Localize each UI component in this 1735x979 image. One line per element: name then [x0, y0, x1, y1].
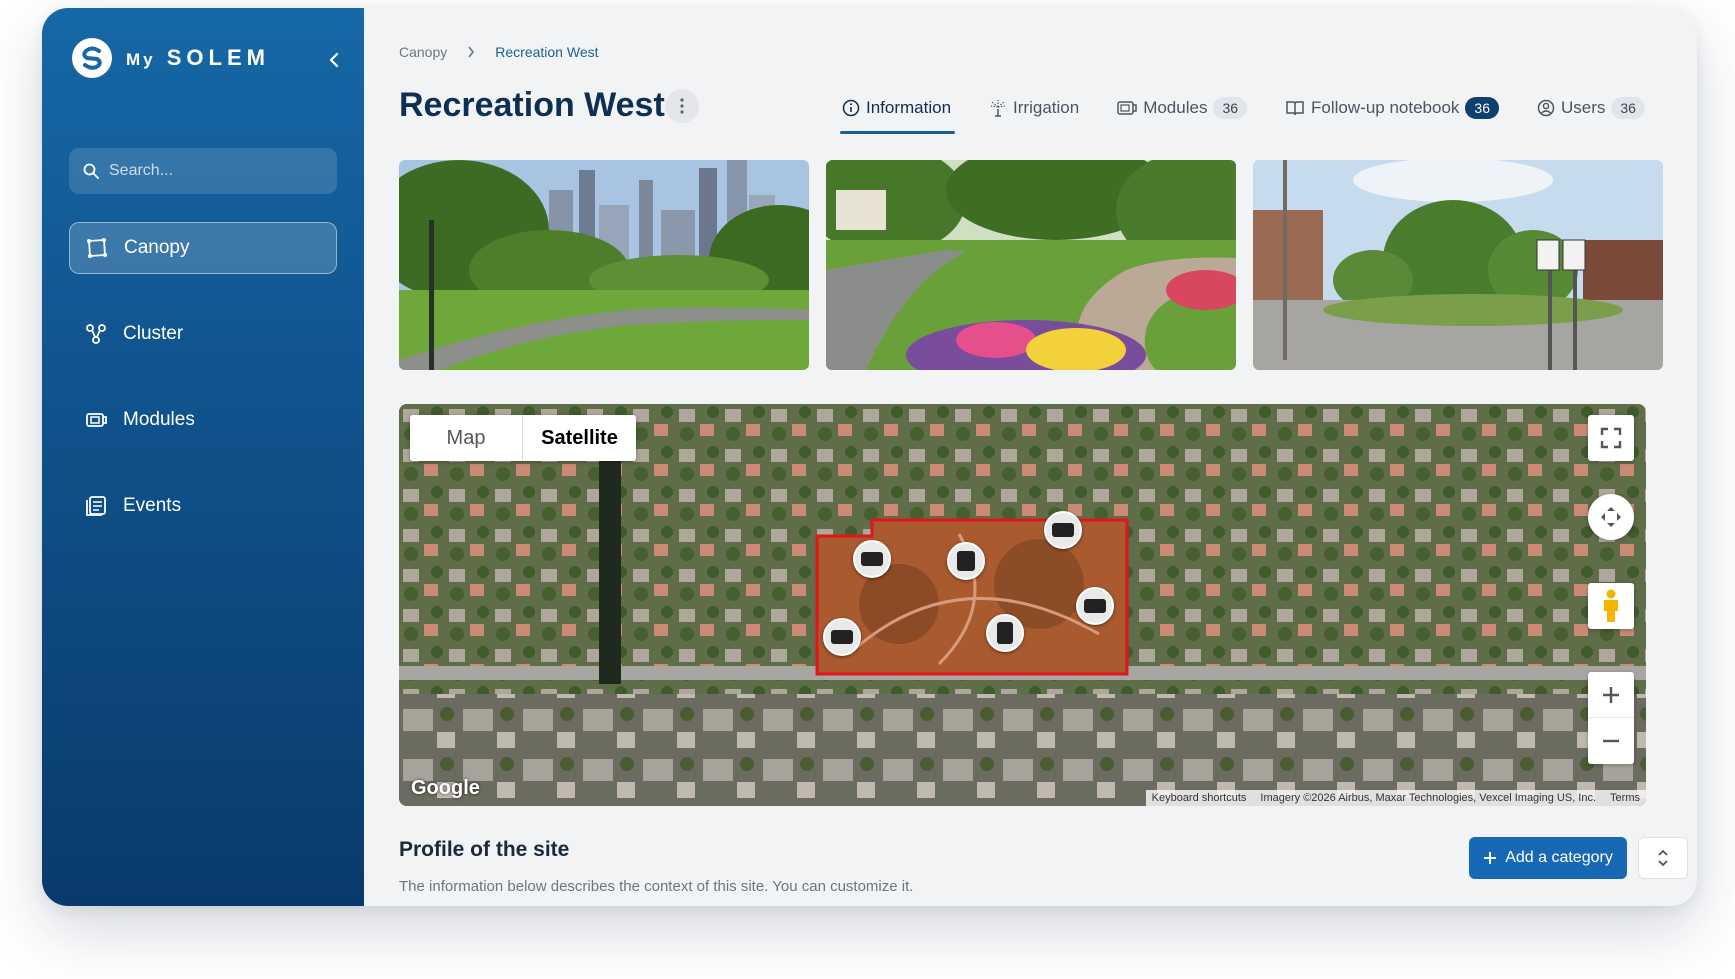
imagery-credit: Imagery ©2026 Airbus, Maxar Technologies…: [1260, 792, 1597, 804]
roundabout-street-photo[interactable]: [1253, 160, 1663, 370]
app-window: My SOLEM Canopy Cluster Modules: [42, 8, 1697, 906]
zoom-out-button[interactable]: [1588, 718, 1634, 764]
profile-section-title: Profile of the site: [399, 838, 570, 861]
sidebar-item-cluster[interactable]: Cluster: [69, 308, 337, 360]
module-marker[interactable]: [1044, 511, 1082, 549]
module-marker[interactable]: [823, 618, 861, 656]
breadcrumb: Canopy Recreation West: [399, 44, 599, 60]
more-options-button[interactable]: [665, 89, 699, 123]
tab-modules[interactable]: Modules 36: [1117, 90, 1248, 126]
tab-label: Information: [866, 98, 952, 117]
search-box: [69, 148, 337, 194]
search-input[interactable]: [109, 162, 309, 180]
sidebar-item-modules[interactable]: Modules: [69, 394, 337, 446]
satellite-imagery: [399, 404, 1646, 806]
brand-name: My SOLEM: [126, 45, 270, 70]
map-type-satellite-button[interactable]: Satellite: [523, 415, 636, 461]
zoom-controls: [1588, 672, 1634, 764]
modules-icon: [1117, 101, 1137, 115]
sidebar-item-events[interactable]: Events: [69, 480, 337, 532]
tab-irrigation[interactable]: Irrigation: [989, 90, 1079, 126]
google-logo: Google: [411, 777, 480, 799]
fullscreen-button[interactable]: [1588, 415, 1634, 461]
sidebar-item-label: Events: [123, 495, 182, 516]
search-icon: [83, 163, 99, 179]
breadcrumb-root-link[interactable]: Canopy: [399, 44, 447, 60]
tab-label: Users: [1560, 98, 1606, 117]
breadcrumb-current: Recreation West: [495, 44, 599, 60]
tab-bar: Information Irrigation Modules 36 Follow…: [839, 90, 1645, 134]
chevron-left-icon: [329, 52, 339, 68]
modules-icon: [85, 409, 107, 431]
tab-users[interactable]: Users 36: [1537, 90, 1645, 126]
cluster-icon: [85, 323, 107, 345]
tab-label: Irrigation: [1013, 98, 1080, 117]
chevron-up-down-icon: [1658, 849, 1668, 867]
page-title: Recreation West: [399, 86, 665, 124]
sidebar-item-label: Cluster: [123, 323, 184, 344]
logo: My SOLEM: [72, 38, 270, 78]
sidebar: My SOLEM Canopy Cluster Modules: [42, 8, 364, 906]
chevron-right-icon: [468, 46, 475, 58]
street-view-pegman-button[interactable]: [1588, 583, 1634, 629]
minus-icon: [1603, 739, 1619, 743]
notebook-icon: [1286, 101, 1304, 116]
module-marker[interactable]: [947, 542, 985, 580]
main-content: Canopy Recreation West Recreation West I…: [364, 8, 1697, 906]
module-marker[interactable]: [1076, 587, 1114, 625]
tab-label: Modules: [1143, 98, 1208, 117]
park-path-flowers-photo[interactable]: [826, 160, 1236, 370]
satellite-map[interactable]: Map Satellite Google Keyboard shortcuts …: [399, 404, 1646, 806]
sidebar-item-label: Modules: [123, 409, 195, 430]
sidebar-item-label: Canopy: [124, 237, 190, 258]
events-icon: [85, 495, 107, 517]
module-marker[interactable]: [853, 540, 891, 578]
count-badge: 36: [1213, 97, 1248, 119]
add-category-button[interactable]: Add a category: [1469, 837, 1627, 879]
user-icon: [1537, 99, 1555, 117]
canopy-icon: [86, 237, 108, 259]
kebab-menu-icon: [680, 98, 684, 114]
map-type-toggle: Map Satellite: [410, 415, 636, 461]
count-badge: 36: [1611, 97, 1645, 119]
plus-icon: [1484, 852, 1497, 864]
terms-link[interactable]: Terms: [1610, 792, 1640, 804]
camera-control-button[interactable]: [1588, 494, 1634, 540]
count-badge: 36: [1465, 97, 1499, 119]
collapse-sidebar-button[interactable]: [322, 48, 346, 72]
pegman-icon: [1604, 589, 1618, 622]
profile-section-description: The information below describes the cont…: [399, 878, 914, 895]
tab-label: Follow-up notebook: [1311, 98, 1460, 117]
map-attribution: Keyboard shortcuts Imagery ©2026 Airbus,…: [1145, 790, 1646, 806]
tab-follow-up-notebook[interactable]: Follow-up notebook 36: [1285, 90, 1499, 126]
expand-collapse-button[interactable]: [1638, 837, 1688, 879]
park-skyline-photo[interactable]: [399, 160, 809, 370]
module-marker[interactable]: [986, 614, 1024, 652]
site-photos: [399, 160, 1663, 370]
sidebar-item-canopy[interactable]: Canopy: [69, 222, 337, 274]
plus-icon: [1603, 686, 1619, 703]
fullscreen-icon: [1600, 427, 1622, 449]
pan-arrows-icon: [1601, 507, 1621, 527]
tab-information[interactable]: Information: [839, 90, 956, 134]
info-icon: [842, 99, 860, 117]
keyboard-shortcuts-link[interactable]: Keyboard shortcuts: [1152, 792, 1247, 804]
map-type-map-button[interactable]: Map: [410, 415, 523, 461]
sprinkler-icon: [990, 100, 1006, 117]
add-category-label: Add a category: [1505, 849, 1613, 866]
zoom-in-button[interactable]: [1588, 672, 1634, 718]
solem-logo-icon: [72, 38, 112, 78]
